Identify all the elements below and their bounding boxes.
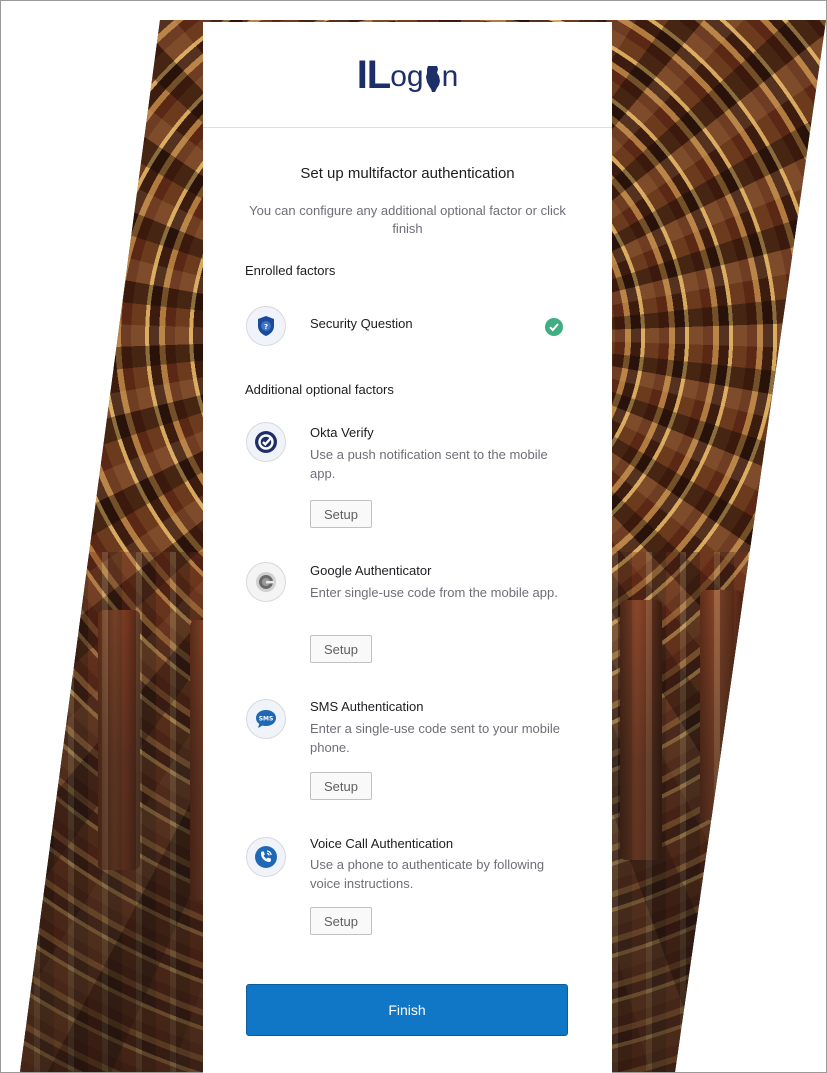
illinois-state-icon (425, 65, 440, 92)
page-title: Set up multifactor authentication (300, 165, 515, 182)
okta-verify-setup-button[interactable]: Setup (310, 500, 372, 528)
finish-button[interactable]: Finish (246, 984, 568, 1036)
login-card: IL og n Set up multifactor authenticatio… (203, 22, 612, 1073)
voice-call-setup-button[interactable]: Setup (310, 907, 372, 935)
google-authenticator-description: Enter single-use code from the mobile ap… (310, 585, 558, 600)
google-authenticator-setup-button[interactable]: Setup (310, 635, 372, 663)
background-column (98, 610, 140, 870)
security-question-title: Security Question (310, 316, 413, 331)
sms-authentication-title: SMS Authentication (310, 699, 424, 714)
sms-authentication-setup-button[interactable]: Setup (310, 772, 372, 800)
page-subtitle: You can configure any additional optiona… (249, 203, 566, 236)
ilogin-logo: IL og n (356, 52, 459, 97)
voice-call-description: Use a phone to authenticate by following… (310, 857, 545, 891)
optional-factors-label: Additional optional factors (245, 382, 394, 397)
background-column (700, 590, 742, 820)
google-authenticator-title: Google Authenticator (310, 563, 432, 578)
check-icon (545, 318, 563, 336)
google-authenticator-icon (246, 562, 286, 602)
shield-question-icon: ? (246, 306, 286, 346)
card-header: IL og n (203, 22, 612, 128)
svg-text:SMS: SMS (259, 716, 274, 723)
phone-call-icon (246, 837, 286, 877)
sms-icon: SMS (246, 699, 286, 739)
okta-verify-title: Okta Verify (310, 425, 374, 440)
okta-verify-icon (246, 422, 286, 462)
voice-call-title: Voice Call Authentication (310, 836, 454, 851)
svg-text:?: ? (264, 323, 268, 331)
okta-verify-description: Use a push notification sent to the mobi… (310, 447, 548, 481)
enrolled-factors-label: Enrolled factors (245, 263, 336, 278)
sms-authentication-description: Enter a single-use code sent to your mob… (310, 721, 561, 755)
background-column (620, 600, 662, 860)
